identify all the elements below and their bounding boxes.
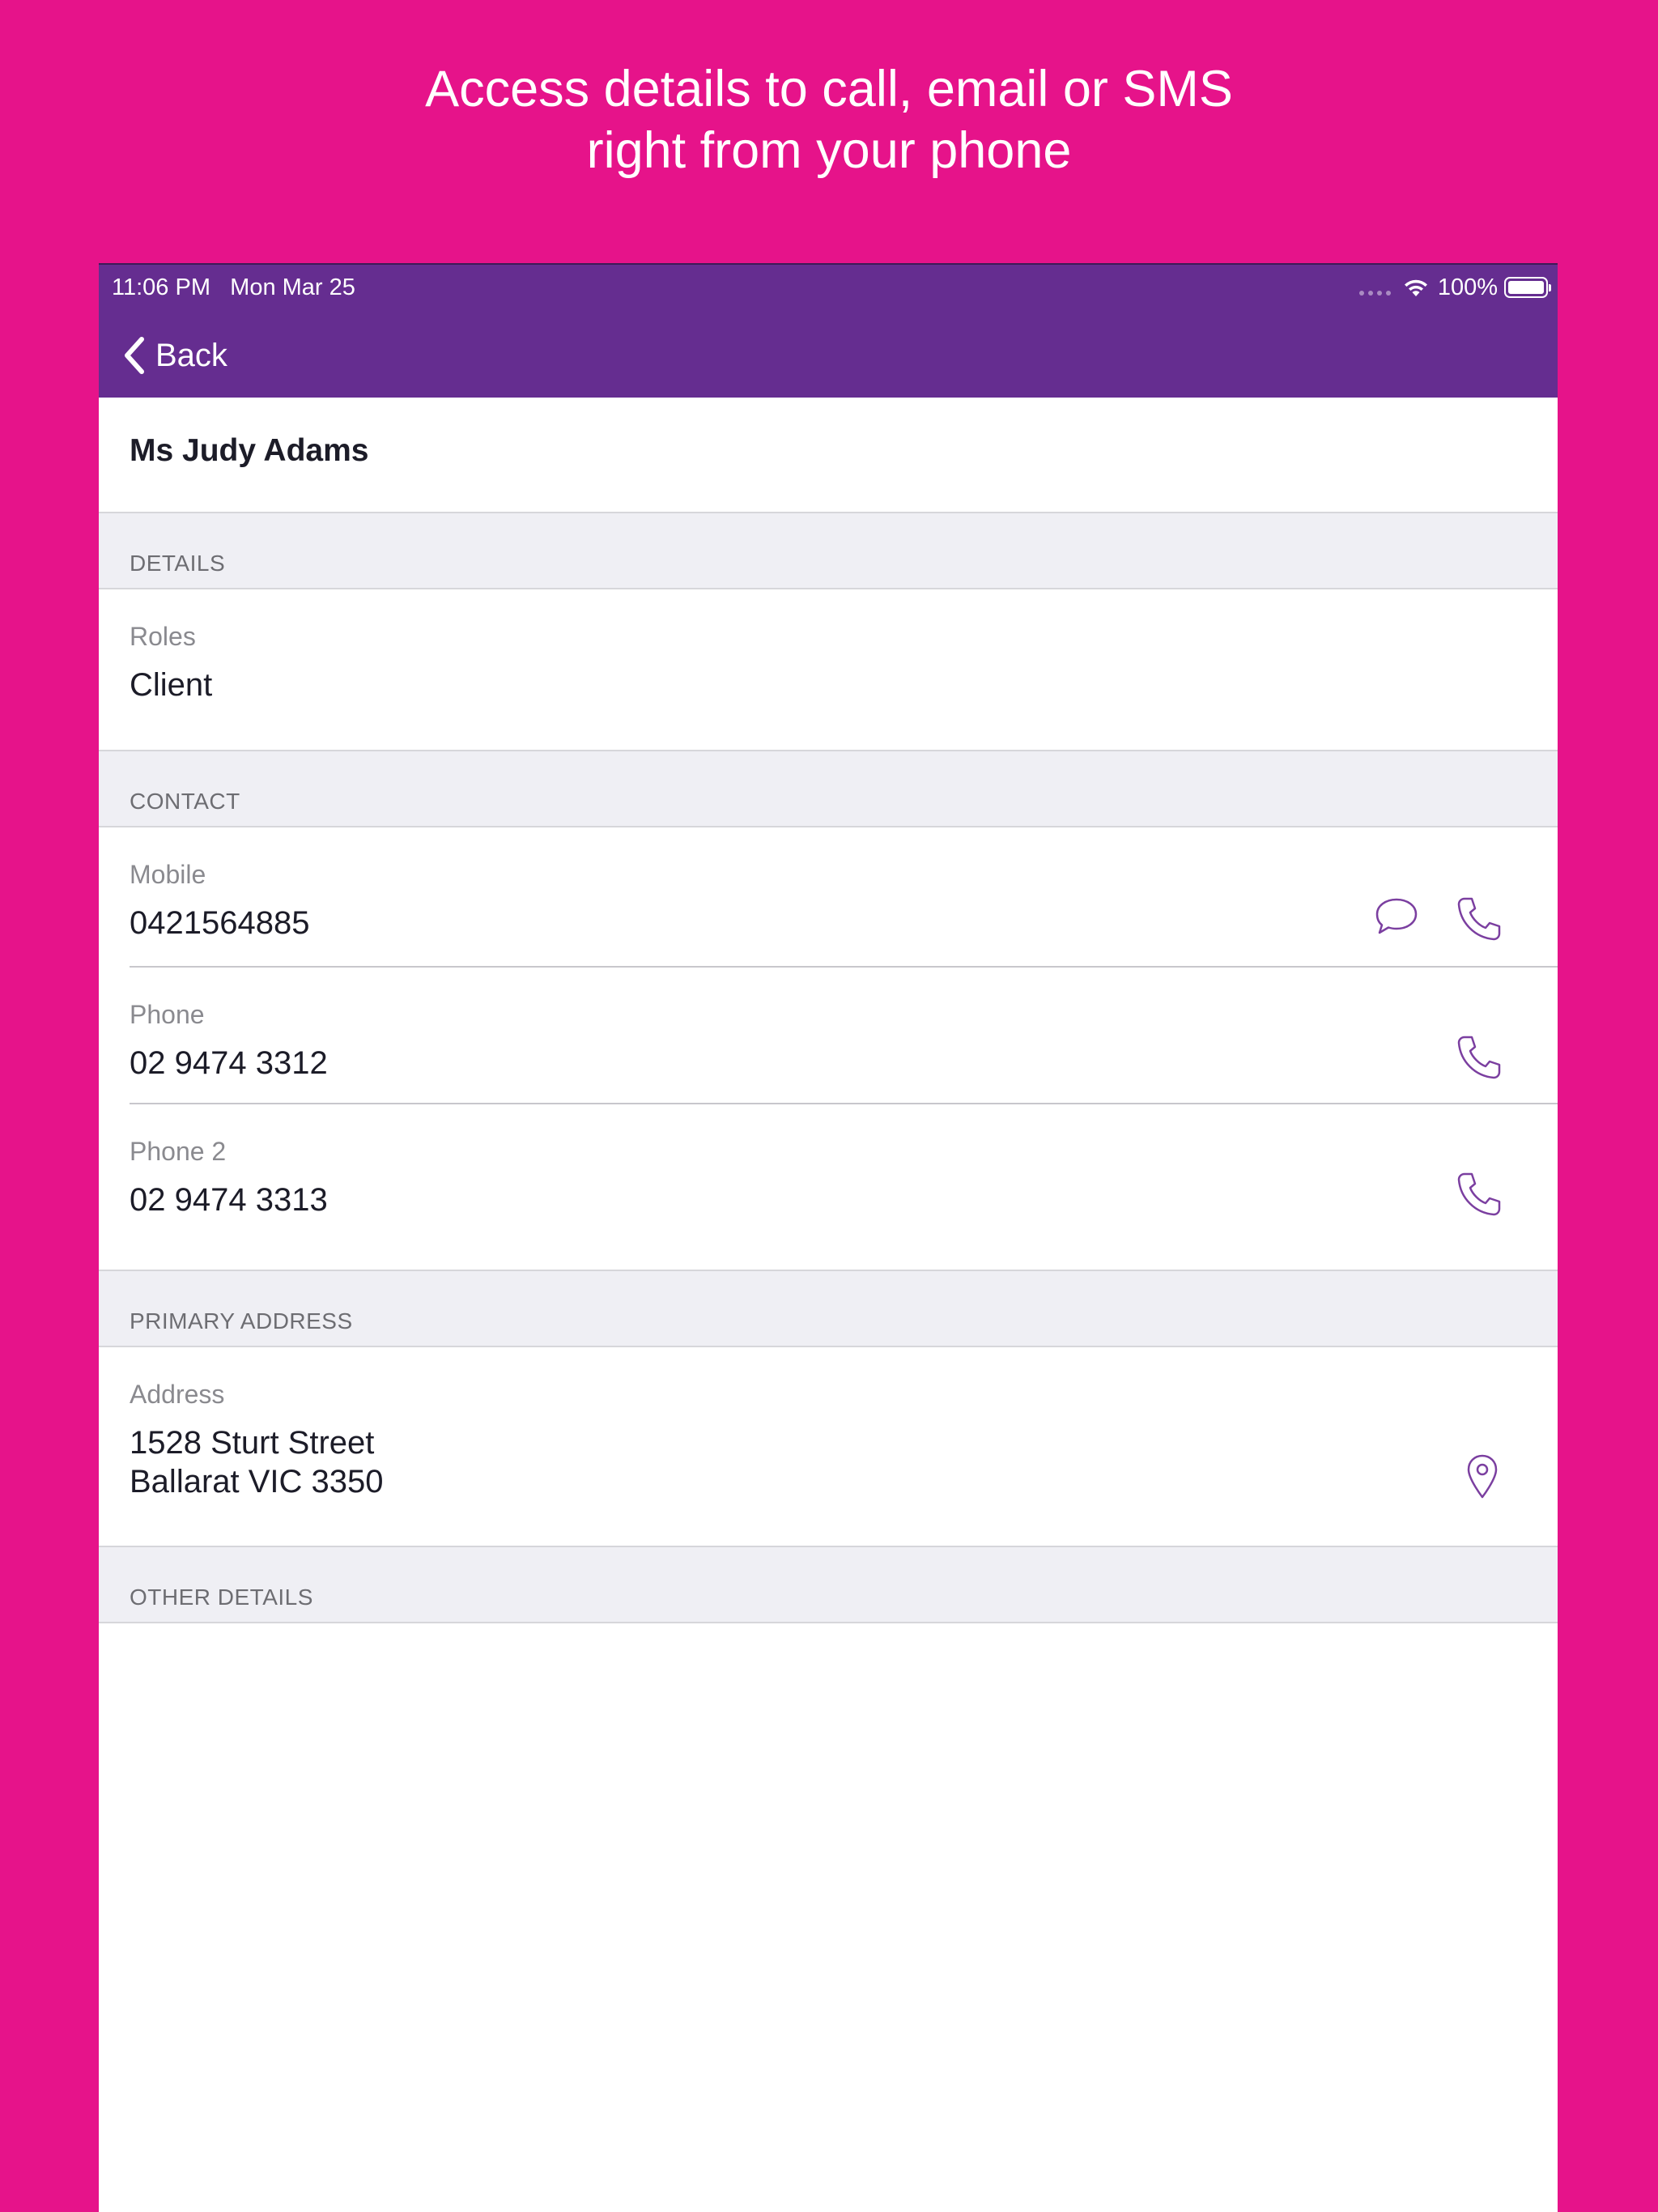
roles-value: Client (130, 667, 213, 703)
phone-label: Phone (130, 1000, 205, 1029)
status-bar-time: 11:06 PM Mon Mar 25 (112, 271, 355, 304)
phone-row: Phone 02 9474 3312 (99, 968, 1558, 1104)
phone-2-label: Phone 2 (130, 1137, 227, 1166)
roles-label: Roles (130, 622, 196, 651)
chevron-left-icon (125, 337, 144, 374)
contact-name: Ms Judy Adams (130, 433, 369, 468)
battery-icon (1504, 277, 1551, 298)
phone-icon[interactable] (1456, 1034, 1503, 1081)
back-label: Back (155, 337, 227, 373)
contact-name-row: Ms Judy Adams (99, 398, 1558, 512)
promo-line-2: right from your phone (586, 122, 1072, 179)
phone-2-row: Phone 2 02 9474 3313 (99, 1104, 1558, 1270)
section-title-contact: CONTACT (130, 789, 240, 814)
navigation-bar: 11:06 PM Mon Mar 25 100% Back (99, 263, 1558, 398)
promo-line-1: Access details to call, email or SMS (425, 61, 1233, 117)
phone-icon[interactable] (1456, 895, 1503, 942)
cellular-signal-icon (1358, 291, 1391, 296)
address-value: 1528 Sturt Street Ballarat VIC 3350 (130, 1423, 384, 1501)
speech-bubble-icon[interactable] (1373, 895, 1420, 938)
address-row: Address 1528 Sturt Street Ballarat VIC 3… (99, 1347, 1558, 1546)
section-header-primary-address: PRIMARY ADDRESS (99, 1270, 1558, 1347)
section-header-contact: CONTACT (99, 750, 1558, 827)
section-header-other-details: OTHER DETAILS (99, 1546, 1558, 1623)
back-button[interactable]: Back (123, 330, 227, 381)
section-header-details: DETAILS (99, 512, 1558, 589)
phone-2-value: 02 9474 3313 (130, 1182, 328, 1218)
status-date: Mon Mar 25 (230, 274, 355, 300)
app-screen: 11:06 PM Mon Mar 25 100% Back Ms Judy Ad… (99, 263, 1558, 2212)
map-pin-icon[interactable] (1465, 1453, 1499, 1499)
mobile-label: Mobile (130, 860, 206, 889)
section-title-other-details: OTHER DETAILS (130, 1585, 313, 1610)
phone-icon[interactable] (1456, 1171, 1503, 1218)
address-line-2: Ballarat VIC 3350 (130, 1464, 384, 1499)
section-title-primary-address: PRIMARY ADDRESS (130, 1308, 353, 1334)
promo-headline: Access details to call, email or SMS rig… (0, 58, 1658, 181)
battery-percentage: 100% (1437, 274, 1498, 300)
address-label: Address (130, 1380, 225, 1409)
mobile-value: 0421564885 (130, 905, 310, 941)
status-bar-indicators: 100% (1358, 271, 1551, 304)
status-time: 11:06 PM (112, 274, 210, 300)
mobile-row: Mobile 0421564885 (99, 827, 1558, 968)
phone-value: 02 9474 3312 (130, 1045, 328, 1081)
wifi-icon (1404, 279, 1427, 296)
section-title-details: DETAILS (130, 551, 226, 576)
address-line-1: 1528 Sturt Street (130, 1425, 375, 1461)
roles-row: Roles Client (99, 589, 1558, 750)
